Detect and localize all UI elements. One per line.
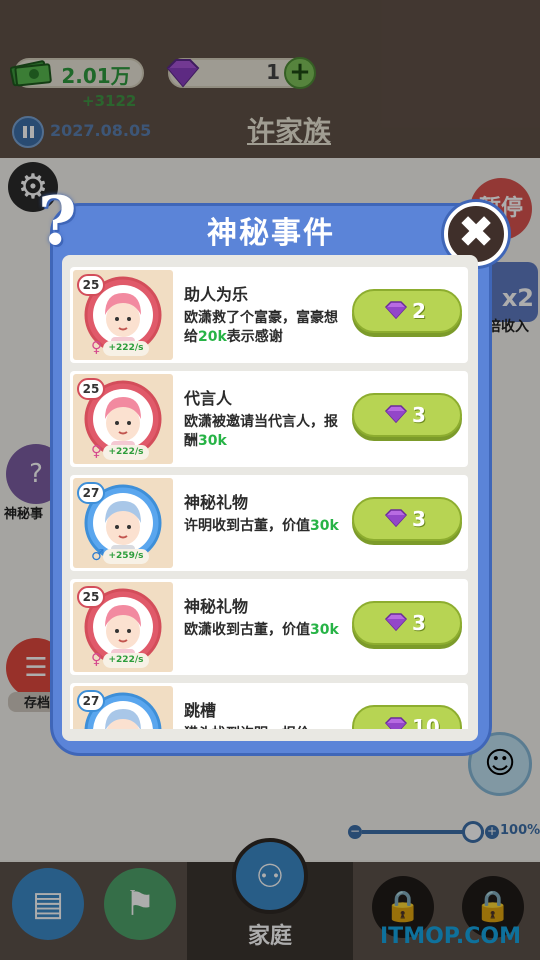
gem-cost: 10 bbox=[412, 715, 440, 729]
event-description: 欧潇救了个富豪，富豪想给20k表示感谢 bbox=[184, 309, 346, 347]
accept-event-button[interactable]: 2 bbox=[352, 289, 462, 333]
member-portrait[interactable]: 27 ♂ +259/s bbox=[73, 478, 173, 568]
event-card: 27 ♂ +259/s 跳槽 猎头找到许明，报价 10 bbox=[70, 683, 468, 729]
gem-icon bbox=[384, 716, 408, 729]
gem-icon bbox=[384, 508, 408, 532]
gem-icon bbox=[384, 404, 408, 428]
event-description: 猎头找到许明，报价 bbox=[184, 725, 346, 729]
gem-cost: 2 bbox=[412, 299, 426, 323]
event-description-text: 许明收到古董，价值 bbox=[184, 518, 310, 534]
event-amount: 30k bbox=[310, 622, 339, 638]
event-description: 欧潇被邀请当代言人，报酬30k bbox=[184, 413, 346, 451]
gem-icon bbox=[384, 612, 408, 636]
gem-icon bbox=[384, 300, 408, 324]
event-title: 跳槽 bbox=[184, 701, 217, 720]
accept-event-button[interactable]: 10 bbox=[352, 705, 462, 729]
level-badge: 25 bbox=[77, 586, 105, 608]
level-badge: 25 bbox=[77, 378, 105, 400]
event-description-suffix: 表示感谢 bbox=[226, 329, 283, 345]
accept-event-button[interactable]: 3 bbox=[352, 497, 462, 541]
event-title: 神秘礼物 bbox=[184, 597, 249, 616]
level-badge: 27 bbox=[77, 482, 105, 504]
level-badge: 27 bbox=[77, 690, 105, 712]
income-rate-badge: +222/s bbox=[103, 653, 149, 668]
accept-event-button[interactable]: 3 bbox=[352, 601, 462, 645]
accept-event-button[interactable]: 3 bbox=[352, 393, 462, 437]
event-description: 欧潇收到古董，价值30k bbox=[184, 621, 346, 640]
member-portrait[interactable]: 25 ♀ +222/s bbox=[73, 582, 173, 672]
member-portrait[interactable]: 27 ♂ +259/s bbox=[73, 686, 173, 729]
female-gender-icon: ♀ bbox=[91, 650, 102, 668]
help-question-icon[interactable]: ? bbox=[38, 182, 92, 260]
female-gender-icon: ♀ bbox=[91, 338, 102, 356]
event-card: 25 ♀ +222/s 神秘礼物 欧潇收到古董，价值30k 3 bbox=[70, 579, 468, 675]
level-badge: 25 bbox=[77, 274, 105, 296]
event-title: 助人为乐 bbox=[184, 285, 249, 304]
event-list-viewport: 25 ♀ +222/s 助人为乐 欧潇救了个富豪，富豪想给20k表示感谢 2 2… bbox=[62, 255, 478, 729]
income-rate-badge: +222/s bbox=[103, 341, 149, 356]
event-description-text: 猎头找到许明，报价 bbox=[184, 726, 310, 729]
gem-cost: 3 bbox=[412, 403, 426, 427]
income-rate-badge: +222/s bbox=[103, 445, 149, 460]
event-amount: 20k bbox=[198, 329, 227, 345]
member-portrait[interactable]: 25 ♀ +222/s bbox=[73, 270, 173, 360]
event-title: 代言人 bbox=[184, 389, 233, 408]
event-card: 25 ♀ +222/s 助人为乐 欧潇救了个富豪，富豪想给20k表示感谢 2 bbox=[70, 267, 468, 363]
event-amount: 30k bbox=[198, 433, 227, 449]
event-list[interactable]: 25 ♀ +222/s 助人为乐 欧潇救了个富豪，富豪想给20k表示感谢 2 2… bbox=[62, 255, 478, 741]
gem-cost: 3 bbox=[412, 611, 426, 635]
event-title: 神秘礼物 bbox=[184, 493, 249, 512]
gem-cost: 3 bbox=[412, 507, 426, 531]
event-description-text: 欧潇收到古董，价值 bbox=[184, 622, 310, 638]
event-card: 25 ♀ +222/s 代言人 欧潇被邀请当代言人，报酬30k 3 bbox=[70, 371, 468, 467]
event-amount: 30k bbox=[310, 518, 339, 534]
income-rate-badge: +259/s bbox=[103, 549, 149, 564]
member-portrait[interactable]: 25 ♀ +222/s bbox=[73, 374, 173, 464]
female-gender-icon: ♀ bbox=[91, 442, 102, 460]
event-description: 许明收到古董，价值30k bbox=[184, 517, 346, 536]
event-card: 27 ♂ +259/s 神秘礼物 许明收到古董，价值30k 3 bbox=[70, 475, 468, 571]
dialog-title: 神秘事件 bbox=[207, 216, 335, 251]
